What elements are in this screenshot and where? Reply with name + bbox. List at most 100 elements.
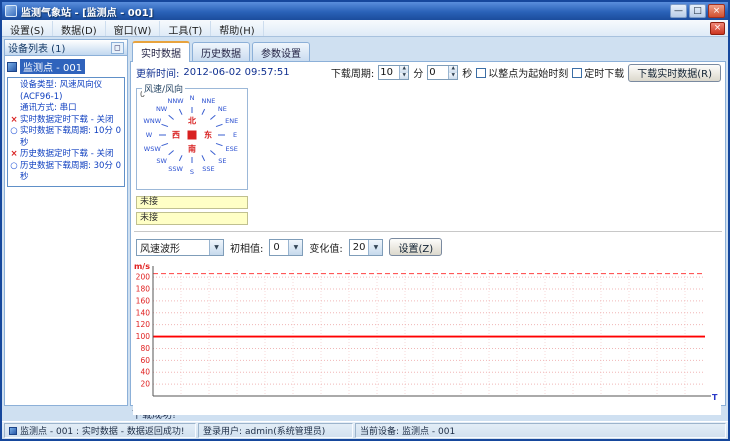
compass-direction-label: W: [145, 131, 153, 139]
info-text: 设备类型: 风速风向仪 (ACF96-1): [20, 80, 103, 102]
svg-text:200: 200: [136, 273, 151, 282]
info-text: 实时数据下载周期: 10分 0秒: [20, 126, 121, 148]
wind-speed-value: 未接: [136, 196, 248, 209]
menu-window[interactable]: 窗口(W): [106, 20, 161, 37]
menu-help[interactable]: 帮助(H): [211, 20, 264, 37]
delta-value: 20: [352, 241, 366, 253]
wind-speed-chart: 20 40 60 80 100 120 140 160 180 200 m/s T: [133, 262, 723, 415]
timer-download-checkbox-group: 定时下载: [572, 65, 624, 80]
compass-direction-label: S: [189, 168, 195, 176]
svg-text:120: 120: [136, 320, 151, 329]
delta-select[interactable]: 20 ▼: [348, 238, 384, 256]
compass-direction-label: N: [189, 94, 195, 102]
device-item-label: 监测点 - 001: [20, 59, 86, 74]
x-icon: ×: [10, 114, 18, 125]
info-text: 实时数据定时下载 - 关闭: [20, 114, 114, 125]
tab-history-data[interactable]: 历史数据: [192, 42, 250, 61]
status-message: 监测点 - 001 : 实时数据 - 数据返回成功!: [20, 427, 185, 437]
tab-realtime-data[interactable]: 实时数据: [132, 41, 190, 62]
menu-data[interactable]: 数据(D): [53, 20, 106, 37]
info-history-period: ○ 历史数据下载周期: 30分 0秒: [10, 161, 122, 184]
minutes-stepper: ▲ ▼: [378, 65, 410, 80]
x-icon: ×: [10, 149, 18, 159]
phase-select[interactable]: 0 ▼: [269, 238, 304, 256]
toolbar: 更新时间: 2012-06-02 09:57:51 下载周期: ▲ ▼ 分: [133, 63, 723, 82]
wave-type-select[interactable]: 风速波形 ▼: [136, 238, 224, 256]
current-device-value: 监测点 - 001: [402, 427, 456, 437]
svg-text:80: 80: [140, 344, 150, 353]
horizontal-separator: [134, 231, 722, 233]
info-realtime-period: ○ 实时数据下载周期: 10分 0秒: [10, 126, 122, 149]
minutes-spin-buttons: ▲ ▼: [399, 66, 409, 79]
menu-settings[interactable]: 设置(S): [2, 20, 54, 37]
window-buttons: — □ ×: [670, 4, 725, 18]
wind-compass: 0° NNNENEENEEESESESSESSSWSWWSWWWNWNWNNW北…: [137, 89, 247, 189]
titlebar: 监测气象站 - [监测点 - 001] — □ ×: [2, 2, 728, 20]
info-device-type: 设备类型: 风速风向仪 (ACF96-1): [10, 80, 122, 103]
set-button[interactable]: 设置(Z): [389, 238, 443, 256]
realtime-data-panel: 更新时间: 2012-06-02 09:57:51 下载周期: ▲ ▼ 分: [130, 61, 726, 415]
circle-icon: ○: [10, 126, 18, 136]
compass-direction-label: NNW: [167, 96, 184, 105]
compass-direction-label: NW: [155, 104, 168, 113]
wave-type-value: 风速波形: [140, 243, 180, 255]
app-icon: [5, 5, 17, 17]
toolbar-right: 下载周期: ▲ ▼ 分 ▲: [330, 63, 723, 82]
circle-icon: ○: [10, 160, 18, 171]
chevron-down-icon[interactable]: ▼: [209, 239, 223, 255]
statusbar: 监测点 - 001 : 实时数据 - 数据返回成功! 登录用户: admin(系…: [2, 421, 728, 439]
timer-download-checkbox[interactable]: [572, 67, 583, 78]
info-text: 通讯方式: 串口: [20, 103, 77, 113]
compass-direction-label: WSW: [143, 145, 161, 154]
wind-direction-value: 未接: [136, 212, 248, 225]
wave-controls: 风速波形 ▼ 初相值: 0 ▼ 变化值: 20 ▼ 设置(Z): [136, 238, 443, 256]
minimize-button[interactable]: —: [670, 4, 687, 18]
device-info-box: 设备类型: 风速风向仪 (ACF96-1) 通讯方式: 串口 × 实时数据定时下…: [7, 77, 125, 187]
svg-text:100: 100: [136, 332, 151, 341]
svg-text:60: 60: [140, 356, 150, 365]
compass-direction-label: ENE: [225, 116, 239, 125]
tab-bar: 实时数据 历史数据 参数设置: [130, 39, 726, 62]
compass-direction-label: E: [232, 131, 238, 139]
status-current-device-cell: 当前设备: 监测点 - 001: [355, 423, 726, 438]
compass-direction-label: SSW: [168, 165, 183, 174]
status-message-cell: 监测点 - 001 : 实时数据 - 数据返回成功!: [4, 423, 196, 438]
compass-direction-label: NE: [217, 104, 227, 113]
svg-text:m/s: m/s: [134, 262, 150, 271]
download-realtime-button[interactable]: 下载实时数据(R): [628, 63, 721, 82]
info-history-timer: × 历史数据定时下载 - 关闭: [10, 149, 122, 161]
compass-direction-label: WNW: [143, 116, 162, 125]
chart-canvas: 20 40 60 80 100 120 140 160 180 200 m/s T: [133, 262, 721, 415]
window-title: 监测气象站 - [监测点 - 001]: [21, 7, 154, 19]
panel-toggle-icon[interactable]: ◻: [111, 41, 124, 54]
compass-direction-label: NNE: [201, 96, 216, 105]
minutes-unit-label: 分: [413, 69, 424, 80]
app-window: 监测气象站 - [监测点 - 001] — □ × 设置(S) 数据(D) 窗口…: [0, 0, 730, 441]
maximize-button[interactable]: □: [689, 4, 706, 18]
device-list-item[interactable]: 监测点 - 001: [7, 59, 125, 74]
compass-direction-label: SE: [218, 157, 227, 166]
menubar: 设置(S) 数据(D) 窗口(W) 工具(T) 帮助(H) ×: [2, 20, 728, 37]
compass-cn-direction-label: 北: [188, 116, 196, 126]
seconds-input[interactable]: [428, 66, 449, 79]
close-button[interactable]: ×: [708, 4, 725, 18]
info-text: 历史数据下载周期: 30分 0秒: [20, 160, 121, 183]
minutes-input[interactable]: [379, 66, 400, 79]
menu-tools[interactable]: 工具(T): [160, 20, 212, 37]
svg-text:180: 180: [136, 285, 151, 294]
spin-down-icon[interactable]: ▼: [399, 72, 409, 79]
align-start-checkbox-group: 以整点为起始时刻: [476, 65, 568, 80]
align-start-checkbox[interactable]: [476, 67, 487, 78]
tab-parameter-settings[interactable]: 参数设置: [252, 42, 310, 61]
compass-direction-label: SSE: [202, 165, 215, 174]
timer-download-checkbox-label: 定时下载: [584, 69, 625, 80]
chevron-down-icon[interactable]: ▼: [288, 239, 303, 255]
chevron-down-icon[interactable]: ▼: [368, 239, 383, 255]
download-period-label: 下载周期:: [330, 69, 375, 80]
mdi-close-icon[interactable]: ×: [710, 21, 725, 35]
device-list-sidebar: 设备列表 (1) ◻ 监测点 - 001 设备类型: 风速风向仪 (ACF96-…: [4, 39, 128, 406]
status-device-icon: [9, 426, 17, 435]
seconds-stepper: ▲ ▼: [427, 65, 459, 80]
seconds-unit-label: 秒: [462, 69, 473, 80]
spin-down-icon[interactable]: ▼: [448, 72, 458, 79]
